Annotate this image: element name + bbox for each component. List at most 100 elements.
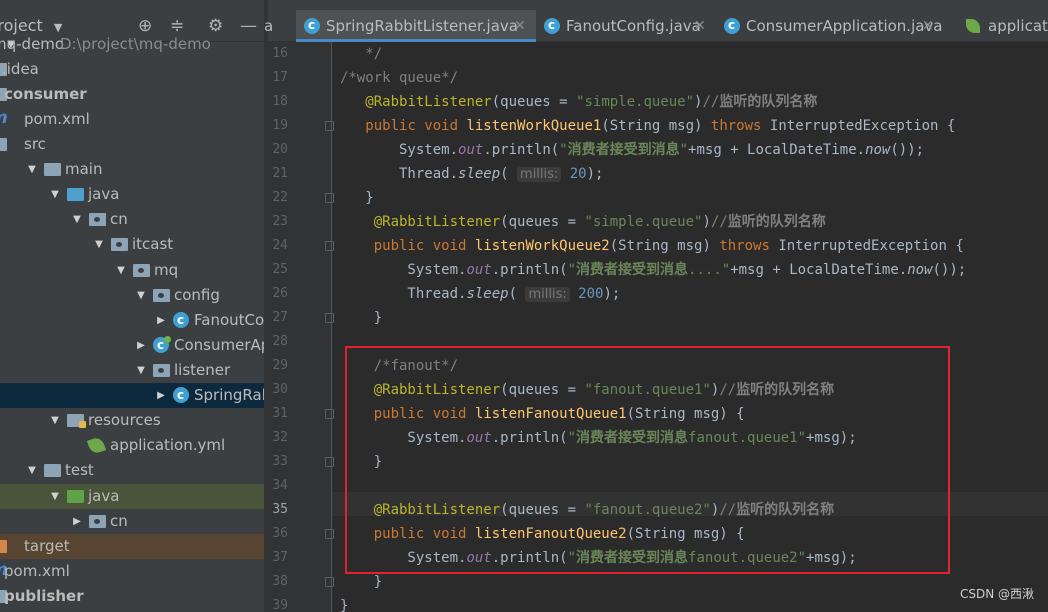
tree-item[interactable]: ▶ FanoutConfig [0,308,264,333]
code-line[interactable]: Thread.sleep( millis: 200); [340,282,620,306]
gutter-divider [331,42,332,612]
line-number: 37 [272,550,288,565]
collapse-arrow-icon[interactable]: ▶ [135,333,147,358]
close-icon[interactable]: ✕ [514,10,526,42]
code-line[interactable]: Thread.sleep( millis: 20); [340,162,603,186]
tree-item-label: mq-demo [0,35,65,53]
line-number: 30 [272,382,288,397]
fold-marker-icon[interactable] [325,121,334,131]
editor-tab[interactable]: applicat [958,10,1048,42]
expand-arrow-icon[interactable]: ▼ [71,207,83,232]
package-icon [89,213,106,226]
tree-item[interactable]: ▼ resources [0,408,264,433]
editor-tab[interactable]: ConsumerApplication.java✕ [716,9,944,42]
tree-item[interactable]: ▼ mq [0,258,264,283]
class-icon [304,9,320,41]
static-method: now [865,142,891,158]
close-icon[interactable]: ✕ [694,10,706,42]
expand-arrow-icon[interactable]: ▼ [135,283,147,308]
package-icon [133,264,150,277]
excluded-folder-icon [0,540,7,553]
tree-item[interactable]: ▼ main [0,157,264,182]
tree-item[interactable]: ▼ itcast [0,232,264,257]
tree-item-label: FanoutConfig [194,311,264,329]
source-folder-icon [67,188,84,201]
expand-arrow-icon[interactable]: ▼ [49,182,61,207]
line-number: 36 [272,526,288,541]
number-literal: 20 [569,166,587,182]
comment: 监听的队列名称 [719,94,818,110]
line-number: 35 [272,502,288,517]
resources-folder-icon [67,414,86,428]
fold-marker-icon[interactable] [325,313,334,323]
code-text: InterruptedException { [769,118,956,134]
tree-item[interactable]: ▼ cn [0,207,264,232]
package-icon [111,238,128,251]
expand-arrow-icon[interactable]: ▼ [93,232,105,257]
collapse-arrow-icon[interactable]: ▶ [71,509,83,534]
tree-item[interactable]: consumer [0,82,264,107]
tree-item[interactable]: mpom.xml [0,107,264,132]
tree-item-label: itcast [132,235,174,253]
code-line[interactable]: System.out.println("消费者接受到消息...."+msg + … [340,258,966,282]
tree-item[interactable]: ▼ test [0,458,264,483]
annotation: @RabbitListener [365,94,492,110]
code-line[interactable]: } [340,186,373,210]
expand-arrow-icon[interactable]: ▼ [26,157,38,182]
code-line[interactable]: @RabbitListener(queues = "simple.queue")… [340,90,817,114]
tree-item[interactable]: ▼ java [0,484,264,509]
tree-item[interactable]: mpom.xml [0,559,264,584]
tree-item[interactable]: target [0,534,264,559]
code-line[interactable]: */ [340,42,382,66]
editor-tab[interactable]: FanoutConfig.java✕ [536,9,716,42]
fold-marker-icon[interactable] [325,241,334,251]
package-icon [153,364,170,377]
tree-item[interactable]: src [0,132,264,157]
line-number: 17 [272,70,288,85]
close-icon[interactable]: ✕ [922,10,934,42]
expand-arrow-icon[interactable]: ▼ [135,358,147,383]
expand-arrow-icon[interactable]: ▼ [49,408,61,433]
tree-item[interactable]: ▼ config [0,283,264,308]
expand-arrow-icon[interactable]: ▼ [26,458,38,483]
tree-item[interactable]: ▶ ConsumerApplication [0,333,264,358]
tree-item[interactable]: ▶ cn [0,509,264,534]
tree-item-label: main [65,160,103,178]
code-line[interactable]: /*work queue*/ [340,66,458,90]
code-line[interactable]: System.out.println("消费者接受到消息"+msg + Loca… [340,138,924,162]
fold-marker-icon[interactable] [325,577,334,587]
fold-marker-icon[interactable] [325,457,334,467]
code-line[interactable]: } [340,306,382,330]
code-line[interactable]: public void listenWorkQueue1(String msg)… [340,114,955,138]
expand-arrow-icon[interactable]: ▼ [115,258,127,283]
collapse-arrow-icon[interactable]: ▶ [155,383,167,408]
code-line[interactable]: @RabbitListener(queues = "simple.queue")… [340,210,826,234]
tree-item[interactable]: ▼ java [0,182,264,207]
test-folder-icon [67,490,84,503]
editor-tab[interactable]: a [264,10,280,42]
tree-item[interactable]: ▼ listener [0,358,264,383]
fold-marker-icon[interactable] [325,409,334,419]
code-line[interactable]: public void listenWorkQueue2(String msg)… [340,234,964,258]
string-literal: " [559,142,568,158]
method-name: listenWorkQueue2 [474,238,610,254]
fold-marker-icon[interactable] [325,193,334,203]
tree-item-label: publisher [4,587,84,605]
code-line[interactable]: } [340,594,348,612]
code-text: .println( [491,262,568,278]
fold-marker-icon[interactable] [325,529,334,539]
tree-item[interactable]: ▼mq-demoD:\project\mq-demo [0,32,264,57]
tab-label: FanoutConfig.java [566,17,701,35]
tree-item[interactable]: ▶ SpringRabbitListener [0,383,264,408]
tree-item[interactable]: application.yml [0,433,264,458]
editor-tab[interactable]: SpringRabbitListener.java✕ [296,9,536,42]
tree-item[interactable]: publisher [0,584,264,609]
code-text: } [340,598,349,612]
static-field: out [458,142,484,158]
line-number: 38 [272,574,288,589]
tree-item-label: .idea [2,60,39,78]
expand-arrow-icon[interactable]: ▼ [49,484,61,509]
tree-item[interactable]: .idea [0,57,264,82]
collapse-arrow-icon[interactable]: ▶ [155,308,167,333]
spring-app-class-icon [724,9,740,41]
